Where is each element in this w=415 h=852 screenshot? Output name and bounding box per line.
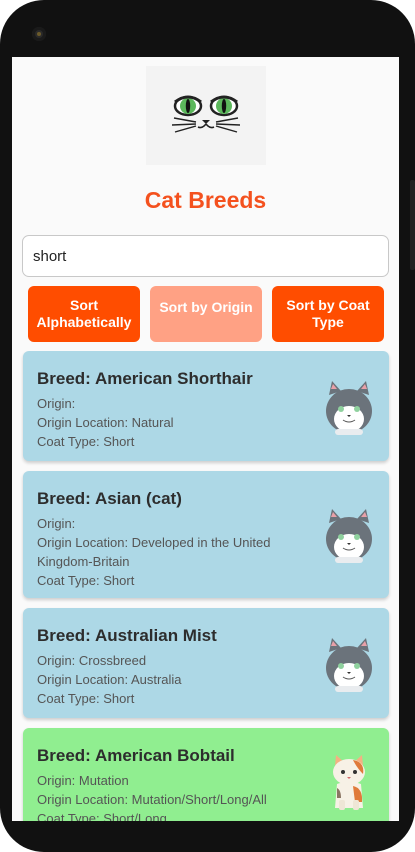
breed-card[interactable]: Breed: Australian Mist Origin: Crossbree… [23,608,389,718]
breed-card[interactable]: Breed: Asian (cat) Origin: Origin Locati… [23,471,389,598]
breed-origin: Origin: [37,516,76,531]
calico-cat-icon [333,755,365,810]
app-screen: Cat Breeds Sort Alphabetically Sort by O… [12,57,399,821]
front-camera [32,27,46,41]
breed-card[interactable]: Breed: American Shorthair Origin: Origin… [23,351,389,461]
cat-face-icon [171,95,241,133]
breed-origin-location: Origin Location: Developed in the United… [37,535,271,569]
breed-origin: Origin: Mutation [37,773,129,788]
page-title: Cat Breeds [144,187,267,213]
sort-by-coat-type-button[interactable]: Sort by Coat Type [272,286,384,342]
breed-coat-type: Coat Type: Short/Long [37,811,167,821]
cat-logo [146,66,266,165]
breed-origin-location: Origin Location: Mutation/Short/Long/All [37,792,267,807]
sort-alphabetically-button[interactable]: Sort Alphabetically [28,286,140,342]
breed-origin: Origin: [37,396,76,411]
breed-coat-type: Coat Type: Short [37,434,135,449]
breed-coat-type: Coat Type: Short [37,691,135,706]
sort-by-origin-button[interactable]: Sort by Origin [150,286,262,342]
search-input[interactable] [22,235,389,277]
gray-cat-icon [326,381,372,435]
breed-origin-location: Origin Location: Natural [37,415,174,430]
breed-origin-location: Origin Location: Australia [37,672,182,687]
breed-coat-type: Coat Type: Short [37,573,135,588]
breed-list[interactable]: Breed: American Shorthair Origin: Origin… [12,351,399,821]
breed-card[interactable]: Breed: American Bobtail Origin: Mutation… [23,728,389,821]
breed-origin: Origin: Crossbreed [37,653,147,668]
phone-frame: Cat Breeds Sort Alphabetically Sort by O… [0,0,415,852]
gray-cat-icon [326,638,372,692]
side-button [410,180,415,270]
gray-cat-icon [326,509,372,563]
